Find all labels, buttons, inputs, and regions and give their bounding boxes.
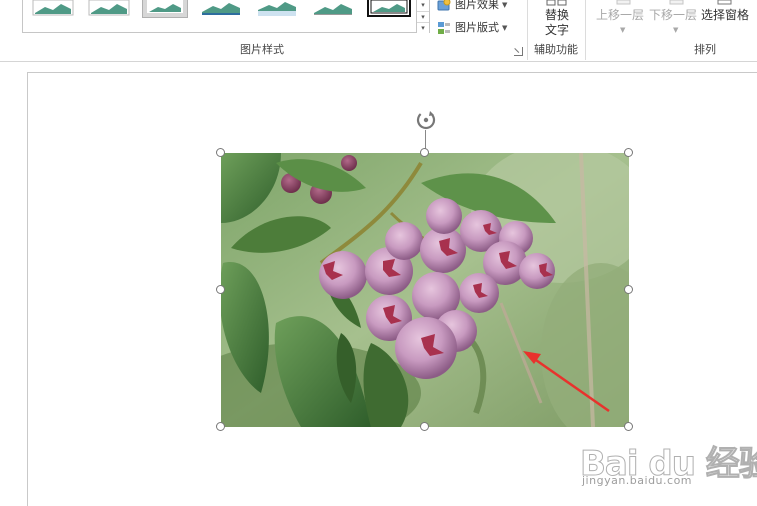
alt-text-label-line2: 文字 [544,23,569,37]
ribbon: ▾ ▾ ▾ 图片效果 ▼ 图片版式 ▼ 图片样式 替换 文字 辅助功能 上移一层… [0,0,757,62]
alt-text-label-line1: 替换 [544,8,569,22]
picture-styles-group-label: 图片样式 [240,43,284,56]
chevron-down-icon: ▼ [620,26,626,34]
resize-handle-bottom[interactable] [420,422,429,431]
arrange-group-label: 排列 [694,43,716,56]
picture-style-thumbnail[interactable] [199,0,243,17]
rotate-handle-icon[interactable] [415,109,437,131]
group-separator [527,0,528,60]
picture-effects-label: 图片效果 [455,0,499,11]
send-backward-icon [669,0,684,5]
chevron-down-icon: ▼ [502,24,508,32]
resize-handle-top-right[interactable] [624,148,633,157]
picture-style-thumbnail[interactable] [87,0,131,17]
gallery-more-icon[interactable]: ▾ [417,22,429,33]
gallery-scrollbar[interactable]: ▾ ▾ ▾ [416,0,430,33]
watermark-url: jingyan.baidu.com [582,474,693,487]
resize-handle-top-left[interactable] [216,148,225,157]
picture-layout-label: 图片版式 [455,21,499,34]
resize-handle-right[interactable] [624,285,633,294]
alt-text-button[interactable]: 替换 文字 [536,0,578,40]
picture-style-thumbnail-framed[interactable] [367,0,411,17]
picture-styles-gallery [22,0,418,33]
bring-forward-button[interactable]: 上移一层 [596,7,644,23]
picture-style-thumbnail[interactable] [255,0,299,17]
dialog-launcher-icon[interactable] [514,47,523,56]
picture-style-thumbnail-selected[interactable] [142,0,188,18]
picture-layout-button[interactable]: 图片版式 ▼ [437,20,507,36]
picture-layout-icon [437,21,451,35]
blueberry-picture[interactable] [221,153,629,427]
selection-pane-button[interactable]: 选择窗格 [701,7,749,23]
picture-style-thumbnail[interactable] [311,0,355,17]
selection-pane-icon [717,0,732,5]
baidu-jingyan-watermark: Bai du 经验 jingyan.baidu.com [580,428,757,490]
alt-text-icon [546,0,567,6]
gallery-scroll-down-icon[interactable]: ▾ [417,11,429,22]
picture-style-thumbnail[interactable] [31,0,75,17]
chevron-down-icon: ▼ [502,1,508,9]
picture-effects-icon [437,0,451,12]
resize-handle-bottom-left[interactable] [216,422,225,431]
gallery-scroll-up-icon[interactable]: ▾ [417,0,429,11]
picture-effects-button[interactable]: 图片效果 ▼ [437,0,507,13]
resize-handle-left[interactable] [216,285,225,294]
chevron-down-icon: ▼ [673,26,679,34]
resize-handle-top[interactable] [420,148,429,157]
group-separator [585,0,586,60]
accessibility-group-label: 辅助功能 [534,43,578,56]
send-backward-button[interactable]: 下移一层 [649,7,697,23]
bring-forward-icon [616,0,631,5]
